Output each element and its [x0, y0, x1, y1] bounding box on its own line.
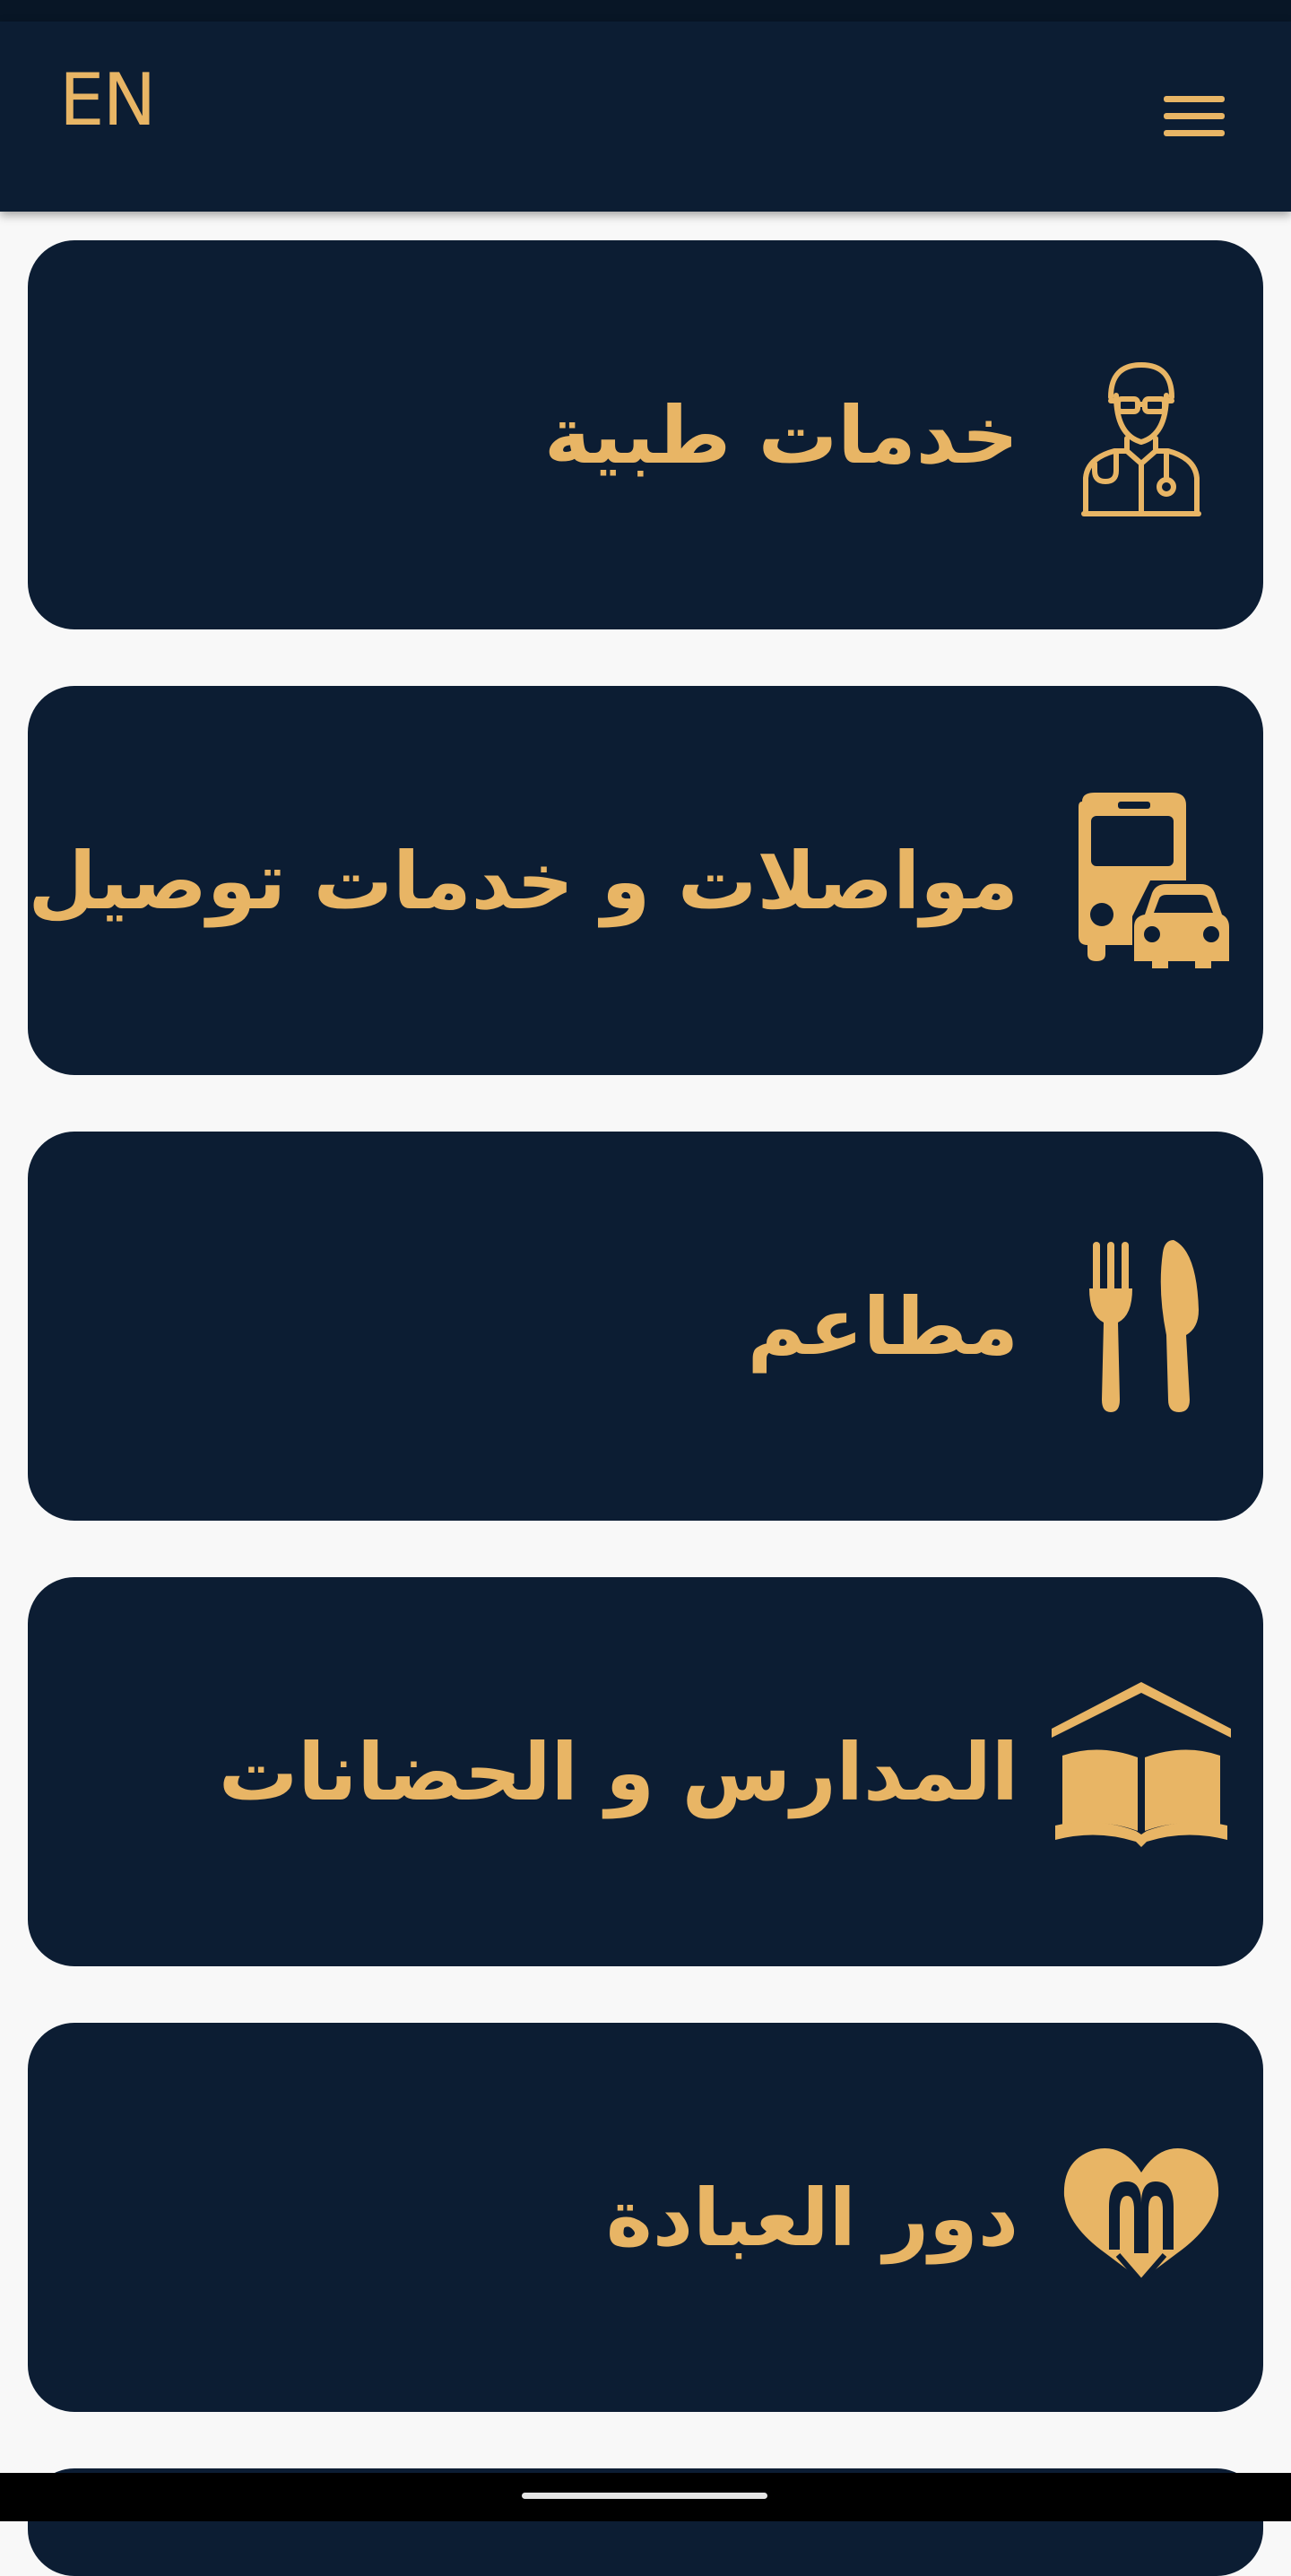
bus-car-icon [1052, 791, 1231, 970]
category-card-restaurants[interactable]: مطاعم [28, 1132, 1263, 1521]
category-label: مواصلات و خدمات توصيل [28, 834, 1018, 927]
app-bar: EN [0, 22, 1291, 212]
doctor-icon [1052, 345, 1231, 525]
status-bar [0, 0, 1291, 22]
book-house-icon [1052, 1682, 1231, 1861]
category-card-schools[interactable]: المدارس و الحضانات [28, 1577, 1263, 1966]
heart-hands-icon [1052, 2128, 1231, 2307]
menu-line [1164, 130, 1225, 136]
menu-line [1164, 96, 1225, 102]
hamburger-menu-icon[interactable] [1162, 93, 1226, 140]
category-label: خدمات طبية [544, 388, 1018, 481]
category-card-worship[interactable]: دور العبادة [28, 2023, 1263, 2412]
category-label: مطاعم [747, 1279, 1018, 1373]
home-indicator[interactable] [522, 2493, 767, 2499]
category-label: المدارس و الحضانات [218, 1725, 1018, 1818]
fork-knife-icon [1052, 1236, 1231, 1416]
language-toggle-button[interactable]: EN [59, 65, 156, 136]
category-label: دور العبادة [605, 2171, 1018, 2264]
menu-line [1164, 113, 1225, 119]
category-card-medical[interactable]: خدمات طبية [28, 240, 1263, 629]
system-navigation-bar [0, 2473, 1291, 2521]
category-card-transportation[interactable]: مواصلات و خدمات توصيل [28, 686, 1263, 1075]
